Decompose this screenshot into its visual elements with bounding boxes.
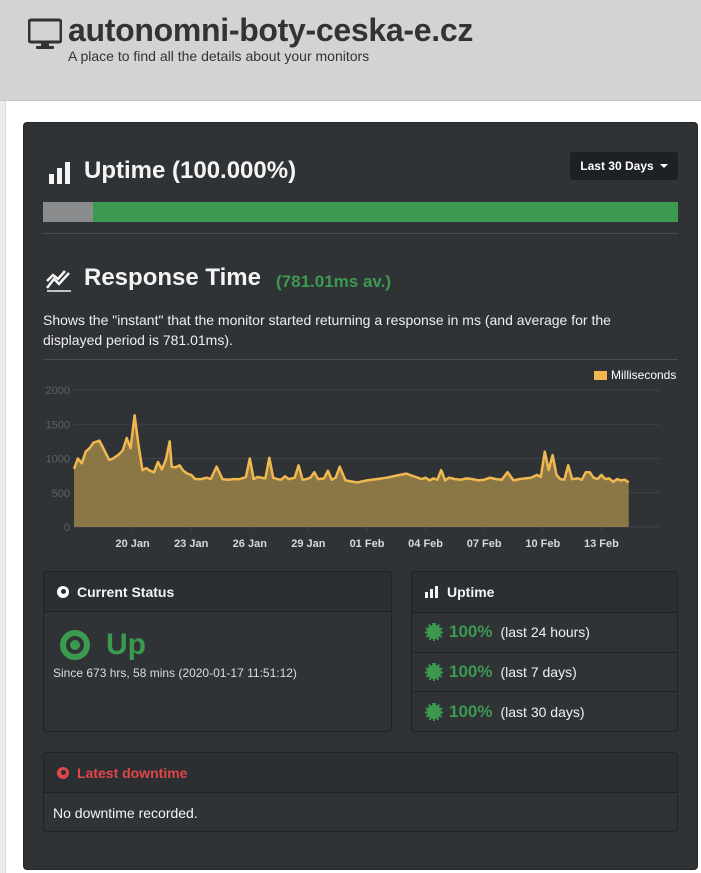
latest-downtime-heading: Latest downtime bbox=[77, 764, 188, 781]
response-time-title: Response Time bbox=[84, 264, 261, 291]
uptime-summary-card: Uptime 100% (last 24 hours) 100% (last 7… bbox=[411, 571, 678, 732]
uptime-summary-header: Uptime bbox=[412, 572, 677, 613]
response-time-chart[interactable]: 0 500 1000 1500 2000 20 Jan 23 Jan 26 Jan 29 Jan… bbox=[30, 378, 670, 558]
bar-chart-icon bbox=[425, 586, 438, 598]
downtime-dot-icon bbox=[57, 766, 69, 779]
y-tick-label: 1000 bbox=[46, 454, 70, 466]
chart-area-fill bbox=[74, 415, 629, 527]
status-dot-icon bbox=[57, 585, 69, 598]
latest-downtime-card: Latest downtime No downtime recorded. bbox=[43, 752, 678, 832]
uptime-row-30d: 100% (last 30 days) bbox=[412, 692, 677, 732]
uptime-bar bbox=[43, 202, 678, 222]
site-title[interactable]: autonomni-boty-ceska-e.cz bbox=[68, 12, 473, 49]
x-tick-label: 01 Feb bbox=[350, 538, 385, 550]
y-tick-label: 0 bbox=[64, 522, 70, 534]
y-tick-label: 500 bbox=[52, 488, 70, 500]
uptime-period: (last 30 days) bbox=[500, 703, 585, 720]
x-tick-label: 04 Feb bbox=[408, 538, 443, 550]
divider bbox=[43, 233, 678, 234]
current-status-card: Current Status Up Since 673 hrs, 58 mins… bbox=[43, 571, 392, 732]
status-state: Up bbox=[106, 628, 146, 661]
status-indicator: Up bbox=[60, 628, 146, 662]
bar-chart-icon bbox=[49, 162, 70, 184]
response-time-average: (781.01ms av.) bbox=[276, 272, 391, 291]
badge-check-icon bbox=[425, 662, 443, 681]
current-status-heading: Current Status bbox=[77, 583, 175, 600]
badge-check-icon bbox=[425, 702, 443, 721]
uptime-row-24h: 100% (last 24 hours) bbox=[412, 613, 677, 653]
caret-down-icon bbox=[659, 164, 668, 168]
uptime-summary-heading: Uptime bbox=[447, 584, 495, 600]
uptime-row-7d: 100% (last 7 days) bbox=[412, 653, 677, 692]
y-tick-label: 2000 bbox=[46, 385, 70, 397]
x-tick-label: 26 Jan bbox=[233, 538, 268, 550]
uptime-bar-unmonitored bbox=[43, 202, 94, 222]
response-time-description: Shows the "instant" that the monitor sta… bbox=[43, 312, 611, 348]
page-left-edge bbox=[0, 101, 6, 873]
y-tick-label: 1500 bbox=[46, 419, 70, 431]
line-chart-icon bbox=[46, 270, 71, 292]
uptime-percent: 100% bbox=[449, 622, 493, 642]
uptime-percent: 100% bbox=[449, 661, 493, 681]
x-tick-label: 23 Jan bbox=[174, 538, 209, 550]
x-tick-label: 07 Feb bbox=[467, 538, 502, 550]
latest-downtime-header: Latest downtime bbox=[44, 753, 677, 793]
current-status-header: Current Status bbox=[44, 572, 391, 612]
divider bbox=[43, 359, 678, 360]
status-since: Since 673 hrs, 58 mins (2020-01-17 11:51… bbox=[53, 666, 297, 680]
uptime-title: Uptime (100.000%) bbox=[84, 157, 297, 184]
date-range-label: Last 30 Days bbox=[580, 159, 654, 173]
site-subtitle: A place to find all the details about yo… bbox=[68, 48, 370, 64]
badge-check-icon bbox=[425, 623, 443, 642]
date-range-dropdown[interactable]: Last 30 Days bbox=[570, 152, 678, 180]
up-circle-icon bbox=[60, 630, 90, 660]
x-tick-label: 20 Jan bbox=[115, 538, 150, 550]
x-tick-label: 29 Jan bbox=[291, 538, 326, 550]
uptime-period: (last 24 hours) bbox=[500, 624, 590, 641]
x-tick-label: 13 Feb bbox=[584, 538, 619, 550]
monitor-icon bbox=[28, 18, 62, 49]
uptime-percent: 100% bbox=[449, 701, 493, 721]
latest-downtime-text: No downtime recorded. bbox=[53, 805, 198, 821]
uptime-period: (last 7 days) bbox=[500, 663, 577, 680]
x-tick-label: 10 Feb bbox=[525, 538, 560, 550]
